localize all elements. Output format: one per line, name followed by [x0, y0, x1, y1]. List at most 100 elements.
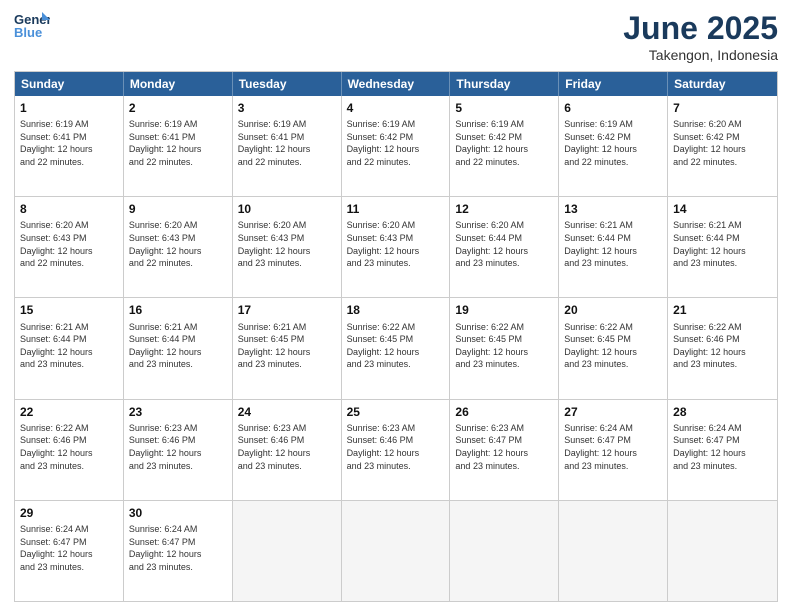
- cal-row-2: 8 Sunrise: 6:20 AMSunset: 6:43 PMDaylight…: [15, 197, 777, 298]
- cal-cell-r4-c3: 24Sunrise: 6:23 AMSunset: 6:46 PMDayligh…: [233, 400, 342, 500]
- cal-cell-r1-c6: 6Sunrise: 6:19 AMSunset: 6:42 PMDaylight…: [559, 96, 668, 196]
- day-number: 17: [238, 302, 336, 318]
- cal-cell-r2-c3: 10 Sunrise: 6:20 AMSunset: 6:43 PMDayligh…: [233, 197, 342, 297]
- day-number: 2: [129, 100, 227, 116]
- day-number: 19: [455, 302, 553, 318]
- cal-cell-r2-c5: 12 Sunrise: 6:20 AMSunset: 6:44 PMDayligh…: [450, 197, 559, 297]
- day-number: 14: [673, 201, 772, 217]
- day-number: 21: [673, 302, 772, 318]
- header-wednesday: Wednesday: [342, 72, 451, 96]
- cal-row-3: 15 Sunrise: 6:21 AMSunset: 6:44 PMDayligh…: [15, 298, 777, 399]
- cell-info: Sunrise: 6:24 AMSunset: 6:47 PMDaylight:…: [20, 523, 118, 573]
- cell-info: Sunrise: 6:23 AMSunset: 6:46 PMDaylight:…: [129, 422, 227, 472]
- cell-info: Sunrise: 6:21 AMSunset: 6:44 PMDaylight:…: [564, 219, 662, 269]
- header-thursday: Thursday: [450, 72, 559, 96]
- cell-info: Sunrise: 6:24 AMSunset: 6:47 PMDaylight:…: [129, 523, 227, 573]
- cal-cell-r3-c7: 21 Sunrise: 6:22 AMSunset: 6:46 PMDayligh…: [668, 298, 777, 398]
- cal-cell-r3-c4: 18 Sunrise: 6:22 AMSunset: 6:45 PMDayligh…: [342, 298, 451, 398]
- cell-info: Sunrise: 6:21 AMSunset: 6:44 PMDaylight:…: [673, 219, 772, 269]
- cal-row-4: 22 Sunrise: 6:22 AMSunset: 6:46 PMDayligh…: [15, 400, 777, 501]
- cell-info: Sunrise: 6:19 AMSunset: 6:41 PMDaylight:…: [20, 118, 118, 168]
- cell-info: Sunrise: 6:22 AMSunset: 6:46 PMDaylight:…: [20, 422, 118, 472]
- cal-cell-r1-c1: 1 Sunrise: 6:19 AMSunset: 6:41 PMDaylight…: [15, 96, 124, 196]
- cell-info: Sunrise: 6:20 AMSunset: 6:43 PMDaylight:…: [347, 219, 445, 269]
- day-number: 29: [20, 505, 118, 521]
- header-monday: Monday: [124, 72, 233, 96]
- cal-cell-r5-c2: 30 Sunrise: 6:24 AMSunset: 6:47 PMDayligh…: [124, 501, 233, 601]
- cell-info: Sunrise: 6:23 AMSunset: 6:46 PMDaylight:…: [347, 422, 445, 472]
- day-number: 22: [20, 404, 118, 420]
- cal-cell-r4-c5: 26Sunrise: 6:23 AMSunset: 6:47 PMDayligh…: [450, 400, 559, 500]
- cal-cell-r2-c7: 14 Sunrise: 6:21 AMSunset: 6:44 PMDayligh…: [668, 197, 777, 297]
- cell-info: Sunrise: 6:22 AMSunset: 6:45 PMDaylight:…: [347, 321, 445, 371]
- cal-cell-r5-c4: [342, 501, 451, 601]
- calendar-body: 1 Sunrise: 6:19 AMSunset: 6:41 PMDaylight…: [15, 96, 777, 601]
- cell-info: Sunrise: 6:19 AMSunset: 6:41 PMDaylight:…: [129, 118, 227, 168]
- header-friday: Friday: [559, 72, 668, 96]
- cal-cell-r4-c1: 22 Sunrise: 6:22 AMSunset: 6:46 PMDayligh…: [15, 400, 124, 500]
- day-number: 8: [20, 201, 118, 217]
- day-number: 1: [20, 100, 118, 116]
- cal-row-5: 29 Sunrise: 6:24 AMSunset: 6:47 PMDayligh…: [15, 501, 777, 601]
- cell-info: Sunrise: 6:23 AMSunset: 6:46 PMDaylight:…: [238, 422, 336, 472]
- cal-cell-r5-c5: [450, 501, 559, 601]
- day-number: 7: [673, 100, 772, 116]
- cell-info: Sunrise: 6:21 AMSunset: 6:44 PMDaylight:…: [129, 321, 227, 371]
- day-number: 3: [238, 100, 336, 116]
- day-number: 10: [238, 201, 336, 217]
- cal-cell-r4-c6: 27 Sunrise: 6:24 AMSunset: 6:47 PMDayligh…: [559, 400, 668, 500]
- day-number: 28: [673, 404, 772, 420]
- month-title: June 2025: [623, 10, 778, 47]
- cal-row-1: 1 Sunrise: 6:19 AMSunset: 6:41 PMDaylight…: [15, 96, 777, 197]
- day-number: 9: [129, 201, 227, 217]
- header-tuesday: Tuesday: [233, 72, 342, 96]
- calendar: Sunday Monday Tuesday Wednesday Thursday…: [14, 71, 778, 602]
- day-number: 12: [455, 201, 553, 217]
- cell-info: Sunrise: 6:24 AMSunset: 6:47 PMDaylight:…: [564, 422, 662, 472]
- day-number: 20: [564, 302, 662, 318]
- cal-cell-r2-c6: 13 Sunrise: 6:21 AMSunset: 6:44 PMDayligh…: [559, 197, 668, 297]
- cal-cell-r4-c7: 28 Sunrise: 6:24 AMSunset: 6:47 PMDayligh…: [668, 400, 777, 500]
- cell-info: Sunrise: 6:20 AMSunset: 6:43 PMDaylight:…: [20, 219, 118, 269]
- cal-cell-r1-c3: 3 Sunrise: 6:19 AMSunset: 6:41 PMDaylight…: [233, 96, 342, 196]
- title-block: June 2025 Takengon, Indonesia: [623, 10, 778, 63]
- day-number: 23: [129, 404, 227, 420]
- day-number: 30: [129, 505, 227, 521]
- day-number: 6: [564, 100, 662, 116]
- cell-info: Sunrise: 6:20 AMSunset: 6:44 PMDaylight:…: [455, 219, 553, 269]
- cell-info: Sunrise: 6:19 AMSunset: 6:42 PMDaylight:…: [347, 118, 445, 168]
- cal-cell-r5-c3: [233, 501, 342, 601]
- cal-cell-r2-c4: 11Sunrise: 6:20 AMSunset: 6:43 PMDayligh…: [342, 197, 451, 297]
- cell-info: Sunrise: 6:19 AMSunset: 6:42 PMDaylight:…: [455, 118, 553, 168]
- cal-cell-r3-c1: 15Sunrise: 6:21 AMSunset: 6:44 PMDayligh…: [15, 298, 124, 398]
- cal-cell-r5-c1: 29 Sunrise: 6:24 AMSunset: 6:47 PMDayligh…: [15, 501, 124, 601]
- cal-cell-r2-c1: 8 Sunrise: 6:20 AMSunset: 6:43 PMDaylight…: [15, 197, 124, 297]
- day-number: 27: [564, 404, 662, 420]
- day-number: 25: [347, 404, 445, 420]
- day-number: 18: [347, 302, 445, 318]
- cell-info: Sunrise: 6:19 AMSunset: 6:41 PMDaylight:…: [238, 118, 336, 168]
- cell-info: Sunrise: 6:22 AMSunset: 6:45 PMDaylight:…: [455, 321, 553, 371]
- cell-info: Sunrise: 6:22 AMSunset: 6:46 PMDaylight:…: [673, 321, 772, 371]
- cal-cell-r1-c4: 4 Sunrise: 6:19 AMSunset: 6:42 PMDaylight…: [342, 96, 451, 196]
- day-number: 16: [129, 302, 227, 318]
- cell-info: Sunrise: 6:20 AMSunset: 6:43 PMDaylight:…: [238, 219, 336, 269]
- cal-cell-r3-c2: 16 Sunrise: 6:21 AMSunset: 6:44 PMDayligh…: [124, 298, 233, 398]
- page: General Blue June 2025 Takengon, Indones…: [0, 0, 792, 612]
- day-number: 4: [347, 100, 445, 116]
- cell-info: Sunrise: 6:24 AMSunset: 6:47 PMDaylight:…: [673, 422, 772, 472]
- cell-info: Sunrise: 6:22 AMSunset: 6:45 PMDaylight:…: [564, 321, 662, 371]
- header-saturday: Saturday: [668, 72, 777, 96]
- cal-cell-r4-c2: 23 Sunrise: 6:23 AMSunset: 6:46 PMDayligh…: [124, 400, 233, 500]
- header: General Blue June 2025 Takengon, Indones…: [14, 10, 778, 63]
- logo-icon: General Blue: [14, 10, 50, 40]
- cal-cell-r4-c4: 25 Sunrise: 6:23 AMSunset: 6:46 PMDayligh…: [342, 400, 451, 500]
- day-number: 13: [564, 201, 662, 217]
- cell-info: Sunrise: 6:20 AMSunset: 6:43 PMDaylight:…: [129, 219, 227, 269]
- cal-cell-r1-c5: 5Sunrise: 6:19 AMSunset: 6:42 PMDaylight…: [450, 96, 559, 196]
- header-sunday: Sunday: [15, 72, 124, 96]
- day-number: 15: [20, 302, 118, 318]
- cell-info: Sunrise: 6:21 AMSunset: 6:45 PMDaylight:…: [238, 321, 336, 371]
- cal-cell-r3-c5: 19 Sunrise: 6:22 AMSunset: 6:45 PMDayligh…: [450, 298, 559, 398]
- calendar-header: Sunday Monday Tuesday Wednesday Thursday…: [15, 72, 777, 96]
